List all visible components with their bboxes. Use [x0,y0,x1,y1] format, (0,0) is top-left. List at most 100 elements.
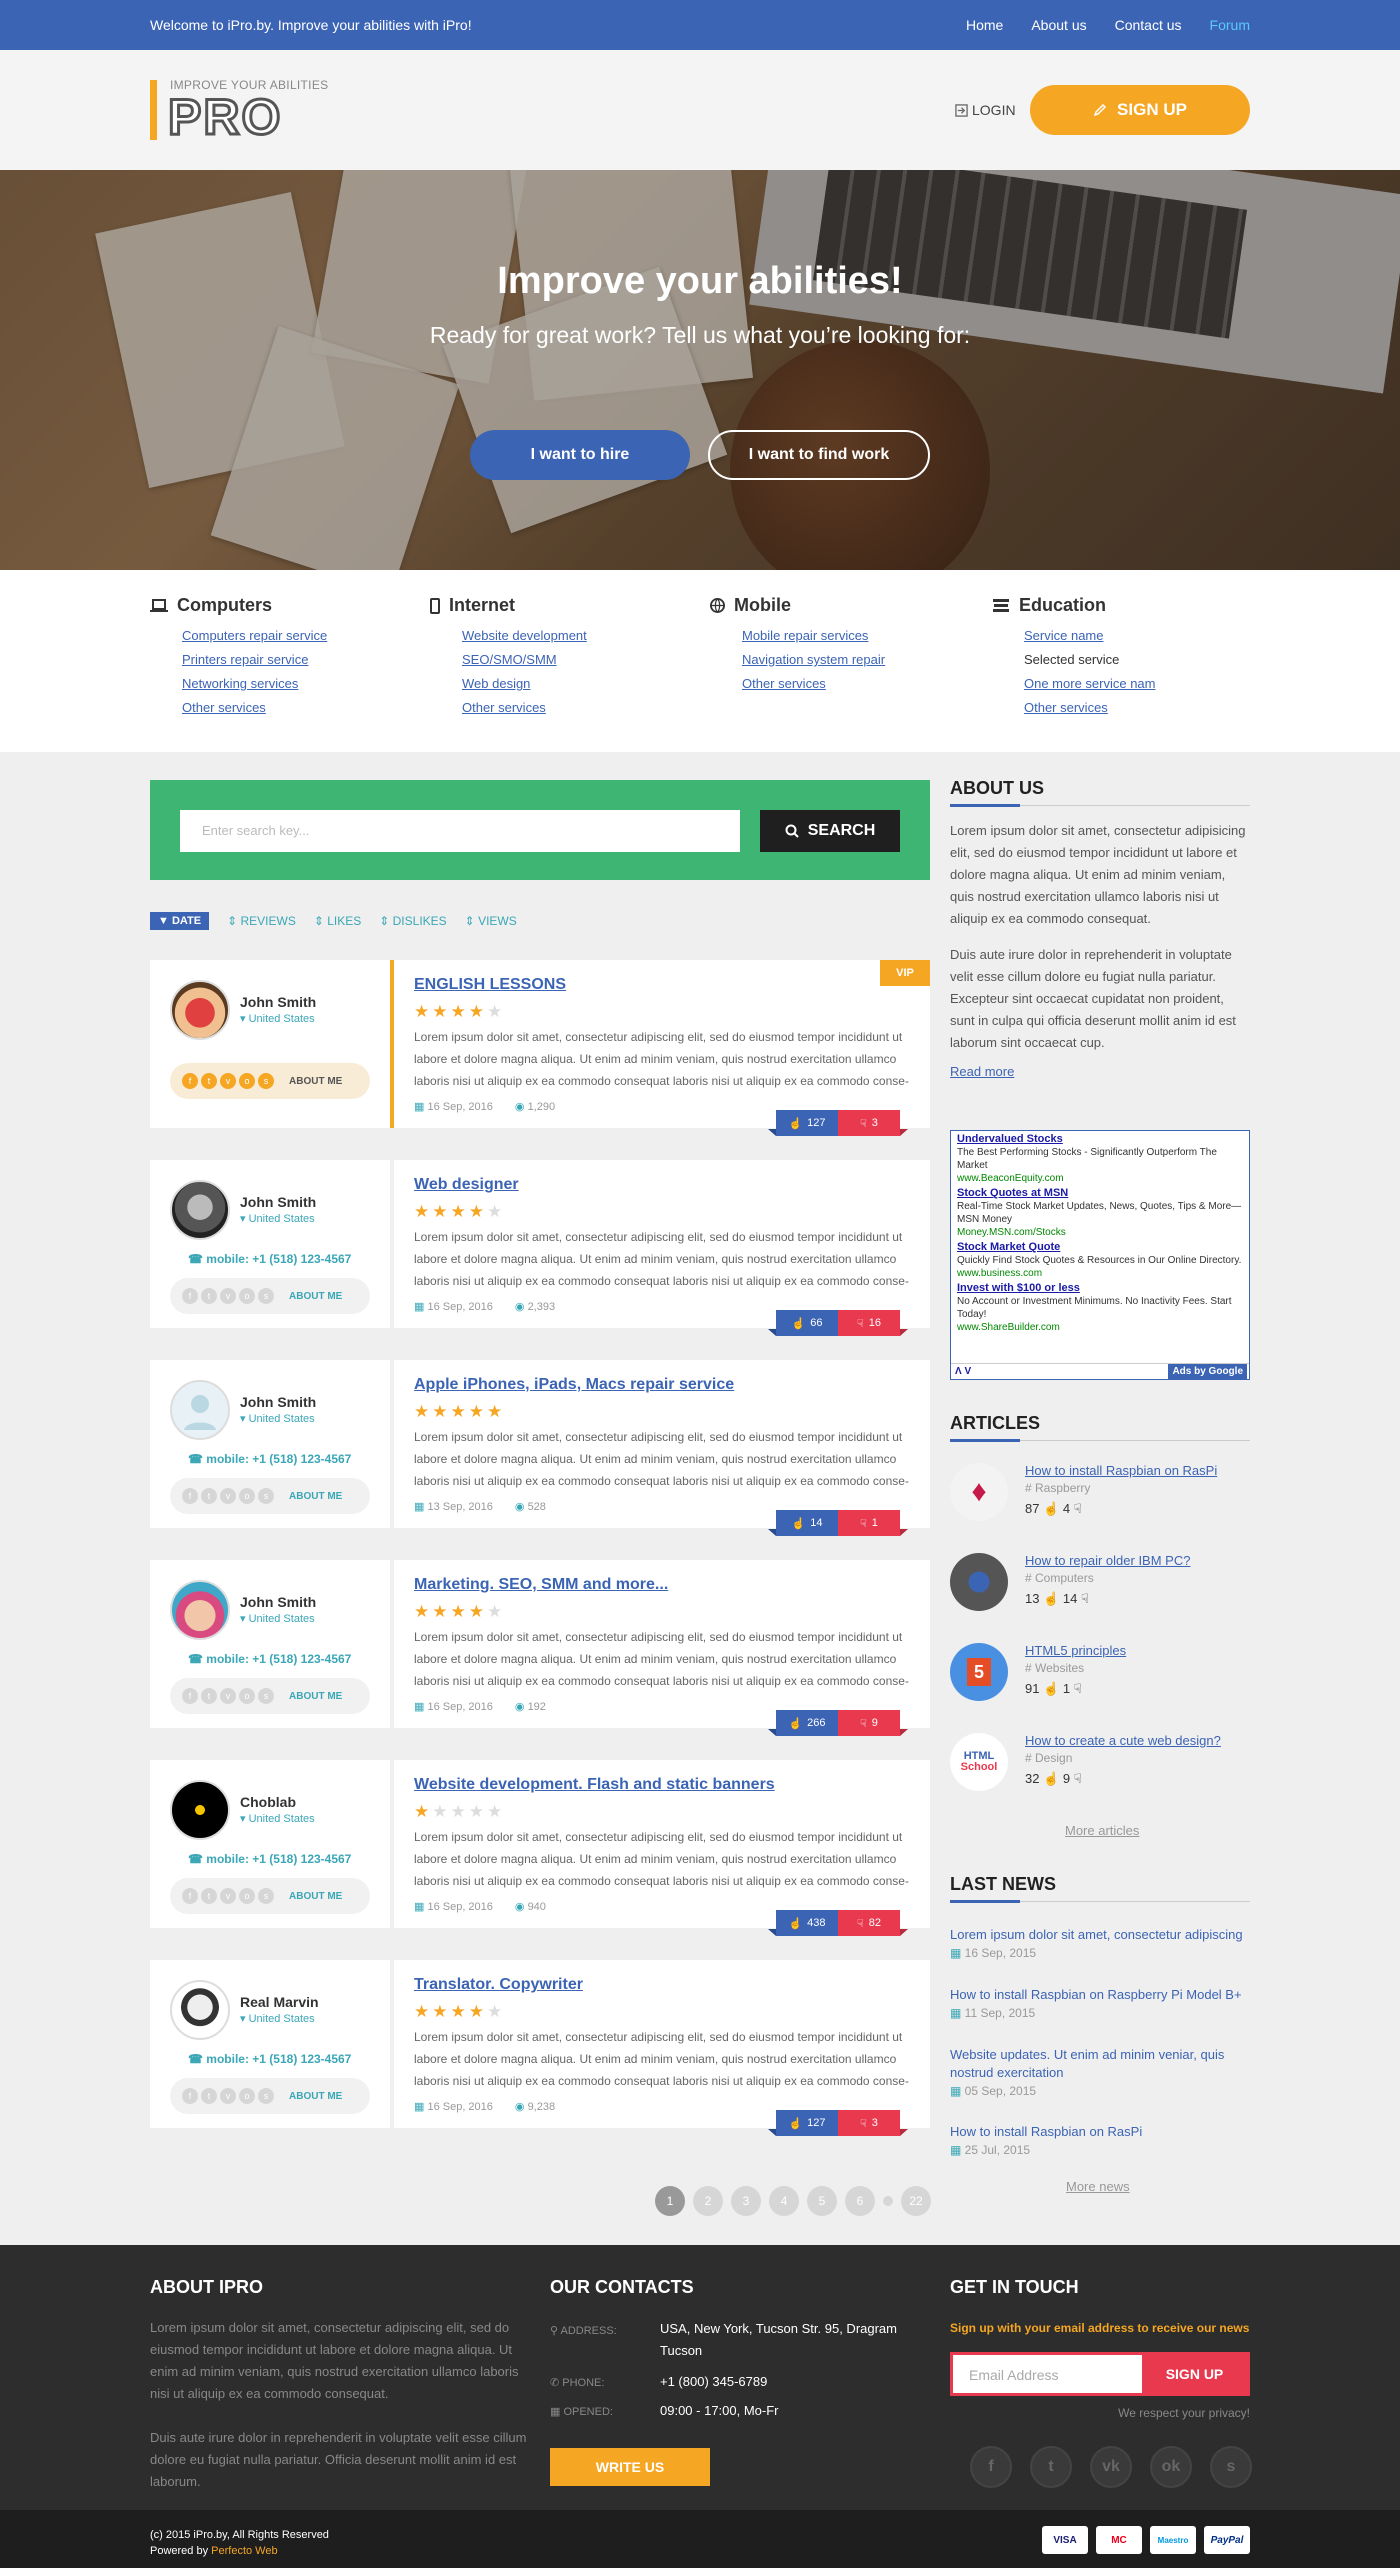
author-name[interactable]: John Smith [240,1594,316,1610]
email-input[interactable]: Email Address [969,2367,1058,2383]
listing-title[interactable]: Marketing. SEO, SMM and more... [414,1576,668,1594]
facebook-icon[interactable]: f [970,2446,1012,2488]
ad-nav[interactable]: Λ V [955,1365,971,1378]
listing-title[interactable]: Apple iPhones, iPads, Macs repair servic… [414,1376,734,1394]
vk-icon[interactable]: v [220,1888,236,1904]
twitter-icon[interactable]: t [201,1488,217,1504]
thumbs-up-icon[interactable]: ☝ [1039,1771,1062,1786]
more-news-link[interactable]: More news [1066,2179,1130,2194]
odnoklassniki-icon[interactable]: o [239,1488,255,1504]
sort-views[interactable]: ⇕ VIEWS [465,914,517,928]
nav-home[interactable]: Home [966,17,1003,33]
page-button[interactable]: 2 [693,2186,723,2216]
dislike-button[interactable]: ☟ 3 [838,2110,900,2136]
odnoklassniki-icon[interactable]: o [239,1288,255,1304]
find-work-button[interactable]: I want to find work [708,430,930,480]
facebook-icon[interactable]: f [182,1488,198,1504]
skype-icon[interactable]: s [258,1288,274,1304]
category-link[interactable]: Mobile repair services [742,628,885,643]
nav-contact[interactable]: Contact us [1115,17,1182,33]
article-tag[interactable]: # Computers [1025,1571,1094,1585]
search-input[interactable]: Enter search key... [180,810,740,852]
author-mobile[interactable]: ☎ mobile: +1 (518) 123-4567 [188,1452,351,1466]
page-button[interactable]: 22 [901,2186,931,2216]
page-button[interactable]: 3 [731,2186,761,2216]
twitter-icon[interactable]: t [1030,2446,1072,2488]
page-button[interactable]: 1 [655,2186,685,2216]
facebook-icon[interactable]: f [182,1888,198,1904]
powered-link[interactable]: Perfecto Web [211,2545,277,2557]
ad-url[interactable]: www.ShareBuilder.com [957,1321,1243,1334]
author-name[interactable]: John Smith [240,994,316,1010]
dislike-button[interactable]: ☟ 16 [838,1310,900,1336]
category-link[interactable]: Printers repair service [182,652,327,667]
avatar[interactable] [170,1180,230,1240]
twitter-icon[interactable]: t [201,1288,217,1304]
like-button[interactable]: ☝ 66 [776,1310,838,1336]
about-me-link[interactable]: ABOUT ME [289,1691,342,1702]
avatar[interactable] [170,1980,230,2040]
listing-title[interactable]: Website development. Flash and static ba… [414,1776,775,1794]
html-school-icon[interactable]: HTML School [950,1733,1008,1791]
newsletter-signup-button[interactable]: SIGN UP [1142,2355,1247,2393]
article-tag[interactable]: # Websites [1025,1661,1084,1675]
ad-url[interactable]: www.business.com [957,1267,1243,1280]
thumbs-up-icon[interactable]: ☝ [1039,1681,1062,1696]
dislike-button[interactable]: ☟ 82 [838,1910,900,1936]
page-button[interactable]: 4 [769,2186,799,2216]
like-button[interactable]: ☝ 14 [776,1510,838,1536]
signup-button[interactable]: SIGN UP [1030,85,1250,135]
skype-icon[interactable]: s [258,1888,274,1904]
ad-title[interactable]: Stock Quotes at MSN [957,1187,1243,1200]
category-link[interactable]: SEO/SMO/SMM [462,652,587,667]
write-us-button[interactable]: WRITE US [550,2448,710,2486]
raspberry-icon[interactable]: ♦ [950,1463,1008,1521]
news-title[interactable]: Website updates. Ut enim ad minim veniar… [950,2046,1250,2082]
thumbs-down-icon[interactable]: ☟ [1077,1591,1089,1606]
avatar[interactable] [170,980,230,1040]
odnoklassniki-icon[interactable]: o [239,1688,255,1704]
news-title[interactable]: Lorem ipsum dolor sit amet, consectetur … [950,1926,1250,1944]
ad-title[interactable]: Invest with $100 or less [957,1282,1243,1295]
category-link[interactable]: Navigation system repair [742,652,885,667]
vk-icon[interactable]: v [220,1073,236,1089]
listing-title[interactable]: ENGLISH LESSONS [414,976,566,994]
read-more-link[interactable]: Read more [950,1064,1014,1079]
sort-date[interactable]: ▼ DATE [150,912,210,930]
author-name[interactable]: Choblab [240,1794,296,1810]
category-link[interactable]: Networking services [182,676,327,691]
ad-title[interactable]: Undervalued Stocks [957,1133,1243,1146]
about-me-link[interactable]: ABOUT ME [289,1491,342,1502]
ad-url[interactable]: www.BeaconEquity.com [957,1172,1243,1185]
like-button[interactable]: ☝ 438 [776,1910,838,1936]
category-link[interactable]: Other services [182,700,327,715]
odnoklassniki-icon[interactable]: o [239,1888,255,1904]
author-name[interactable]: Real Marvin [240,1994,319,2010]
vk-icon[interactable]: v [220,1488,236,1504]
listing-title[interactable]: Web designer [414,1176,519,1194]
author-name[interactable]: John Smith [240,1194,316,1210]
thumbs-up-icon[interactable]: ☝ [1039,1591,1062,1606]
twitter-icon[interactable]: t [201,1888,217,1904]
vk-icon[interactable]: v [220,1288,236,1304]
page-button[interactable]: 5 [807,2186,837,2216]
twitter-icon[interactable]: t [201,1073,217,1089]
odnoklassniki-icon[interactable]: o [239,2088,255,2104]
skype-icon[interactable]: s [258,1488,274,1504]
article-title[interactable]: How to create a cute web design? [1025,1733,1221,1748]
about-me-link[interactable]: ABOUT ME [289,1291,342,1302]
odnoklassniki-icon[interactable]: ok [1150,2446,1192,2488]
logo[interactable]: IMPROVE YOUR ABILITIES PRO [150,78,330,144]
article-tag[interactable]: # Design [1025,1751,1072,1765]
skype-icon[interactable]: s [258,1073,274,1089]
article-title[interactable]: HTML5 principles [1025,1643,1126,1658]
author-name[interactable]: John Smith [240,1394,316,1410]
login-link[interactable]: LOGIN [955,102,1016,118]
vk-icon[interactable]: v [220,1688,236,1704]
vk-icon[interactable]: v [220,2088,236,2104]
odnoklassniki-icon[interactable]: o [239,1073,255,1089]
nav-forum[interactable]: Forum [1210,17,1250,33]
about-me-link[interactable]: ABOUT ME [289,1076,342,1087]
dislike-button[interactable]: ☟ 3 [838,1110,900,1136]
thumbs-down-icon[interactable]: ☟ [1070,1771,1082,1786]
